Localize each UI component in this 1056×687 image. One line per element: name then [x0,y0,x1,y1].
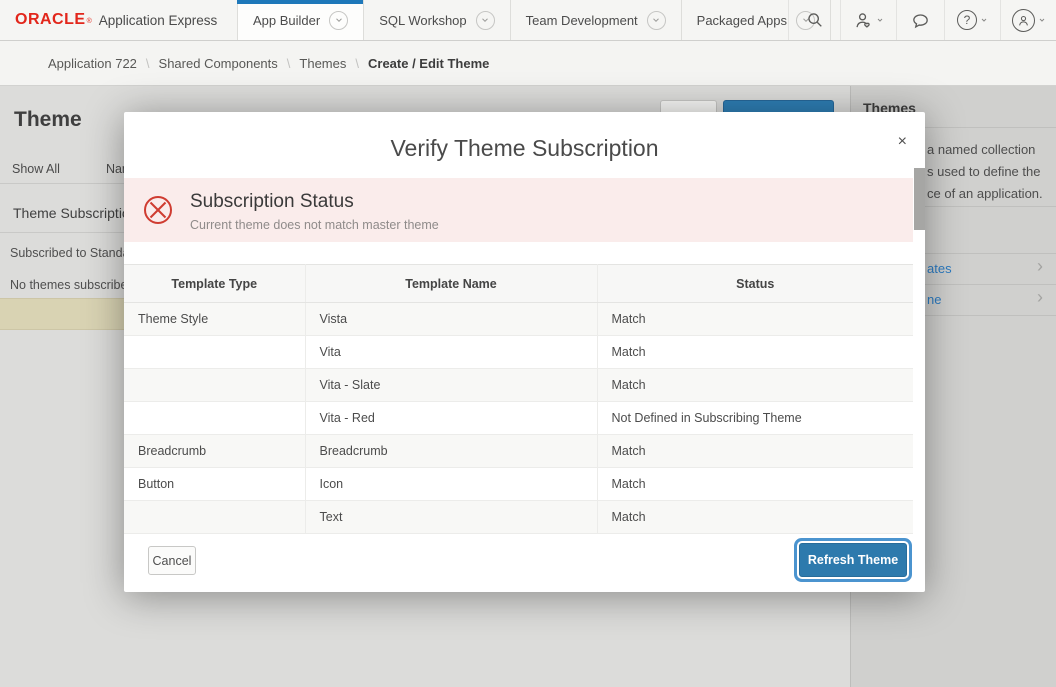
account-icon [1012,9,1035,32]
help-menu-button[interactable]: ? [944,0,1000,40]
cell-template-type [124,369,305,402]
top-tabs: App Builder SQL Workshop Team Developmen… [237,0,831,40]
table-row: Theme Style Vista Match [124,303,913,336]
dialog-title: Verify Theme Subscription [124,135,925,162]
report-filter-tabs: Show All Name [12,162,139,176]
chat-bubble-icon [911,11,930,30]
error-circle-x-icon [143,195,173,225]
breadcrumb-shared-components[interactable]: Shared Components [159,56,278,71]
table-row: Vita - Red Not Defined in Subscribing Th… [124,402,913,435]
verification-table: Template Type Template Name Status Theme… [124,264,913,534]
tab-team-development[interactable]: Team Development [510,0,681,40]
sidebar-link-label: ne [927,292,941,307]
col-template-type: Template Type [124,265,305,303]
cell-template-type [124,336,305,369]
breadcrumb-separator: \ [355,56,359,71]
table-body: Theme Style Vista Match Vita Match Vita … [124,303,913,534]
chevron-right-icon: › [1037,287,1043,308]
subscribed-to-text: Subscribed to Standa [10,246,130,260]
feedback-chat-button[interactable] [896,0,944,40]
table-header-row: Template Type Template Name Status [124,265,913,303]
administration-menu-button[interactable] [840,0,896,40]
chevron-right-icon: › [1037,256,1043,277]
top-nav-icons: ? [788,0,1056,40]
table-row: Vita Match [124,336,913,369]
tab-label: SQL Workshop [379,13,466,28]
cell-template-type: Breadcrumb [124,435,305,468]
breadcrumb-bar: Application 722 \ Shared Components \ Th… [0,41,1056,86]
screen: ORACLE ® Application Express App Builder… [0,0,1056,687]
help-text-line: s used to define the [927,164,1040,179]
alert-title: Subscription Status [190,191,354,213]
table-row: Text Match [124,501,913,534]
breadcrumb-separator: \ [287,56,291,71]
subscription-status-alert: Subscription Status Current theme does n… [124,178,913,242]
cell-template-name: Vita - Slate [305,369,597,402]
dialog-scrollbar-thumb[interactable] [914,168,925,230]
chevron-down-icon [1038,16,1046,24]
close-icon[interactable]: × [898,134,907,150]
breadcrumb: Application 722 \ Shared Components \ Th… [48,41,489,85]
breadcrumb-themes[interactable]: Themes [299,56,346,71]
help-text-line: a named collection [927,142,1035,157]
filter-show-all[interactable]: Show All [12,162,60,176]
account-menu-button[interactable] [1000,0,1056,40]
col-status: Status [597,265,913,303]
sidebar-link-label: ates [927,261,952,276]
cell-template-name: Icon [305,468,597,501]
help-icon: ? [957,10,977,30]
cell-status: Match [597,501,913,534]
cell-template-name: Text [305,501,597,534]
refresh-theme-button[interactable]: Refresh Theme [799,543,907,577]
product-name: Application Express [99,13,218,28]
breadcrumb-separator: \ [146,56,150,71]
breadcrumb-application[interactable]: Application 722 [48,56,137,71]
cell-status: Match [597,336,913,369]
top-nav: ORACLE ® Application Express App Builder… [0,0,1056,41]
search-icon [806,11,824,29]
section-title-theme-subscription: Theme Subscriptio [13,205,130,221]
chevron-down-icon[interactable] [329,11,348,30]
admin-user-icon [854,11,873,30]
chevron-down-icon [876,16,884,24]
col-template-name: Template Name [305,265,597,303]
chevron-down-icon[interactable] [647,11,666,30]
tab-sql-workshop[interactable]: SQL Workshop [363,0,509,40]
cell-status: Match [597,468,913,501]
cell-template-type [124,501,305,534]
brand: ORACLE ® Application Express [15,0,217,40]
oracle-logo: ORACLE [15,11,86,29]
cell-status: Match [597,435,913,468]
cell-template-name: Vita - Red [305,402,597,435]
chevron-down-icon[interactable] [476,11,495,30]
oracle-trademark: ® [87,18,92,25]
cell-template-type: Theme Style [124,303,305,336]
table-row: Button Icon Match [124,468,913,501]
table-row: Vita - Slate Match [124,369,913,402]
tab-app-builder[interactable]: App Builder [237,0,363,40]
tab-label: Packaged Apps [697,13,787,28]
cell-status: Not Defined in Subscribing Theme [597,402,913,435]
cell-template-name: Vista [305,303,597,336]
cell-status: Match [597,303,913,336]
page-title: Theme [14,108,82,132]
cell-template-name: Breadcrumb [305,435,597,468]
cell-template-type [124,402,305,435]
cell-template-name: Vita [305,336,597,369]
verify-theme-subscription-dialog: Verify Theme Subscription × Subscription… [124,112,925,592]
tab-label: Team Development [526,13,638,28]
tab-label: App Builder [253,13,320,28]
no-themes-text: No themes subscribe [10,278,127,292]
chevron-down-icon [980,16,988,24]
alert-message: Current theme does not match master them… [190,218,439,232]
breadcrumb-current-page: Create / Edit Theme [368,56,489,71]
table-row: Breadcrumb Breadcrumb Match [124,435,913,468]
cancel-button[interactable]: Cancel [148,546,196,575]
search-button[interactable] [788,0,840,40]
help-text-line: ce of an application. [927,186,1043,201]
cell-template-type: Button [124,468,305,501]
cell-status: Match [597,369,913,402]
